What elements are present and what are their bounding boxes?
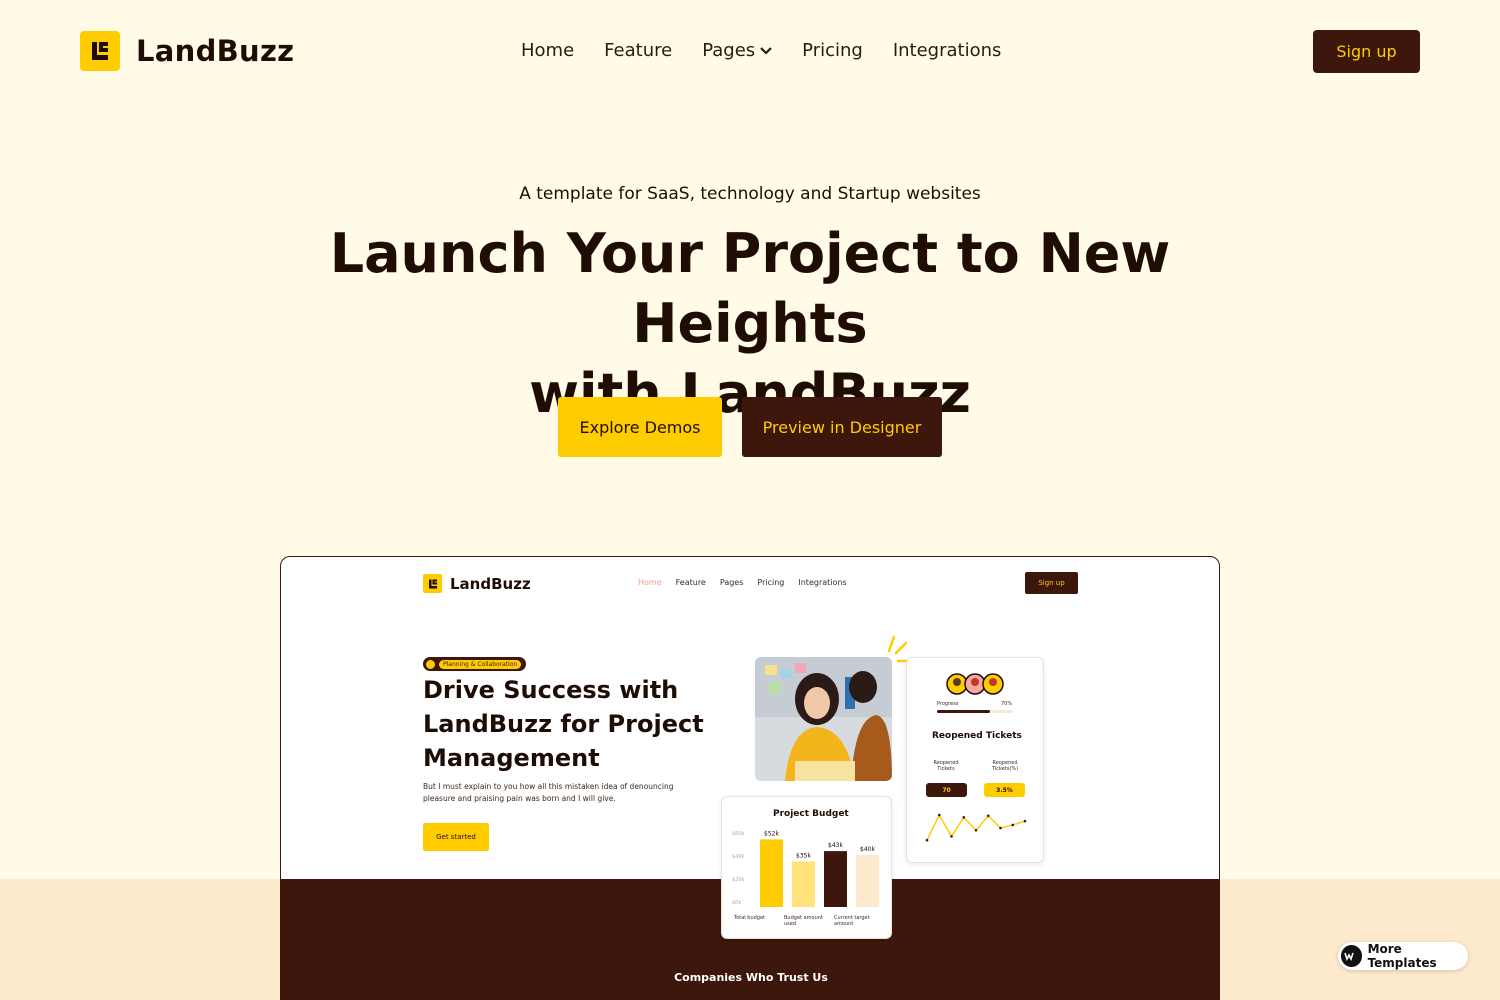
preview-badge: Planning & Collaboration — [423, 657, 527, 671]
tickets-line-point — [937, 813, 941, 817]
team-photo — [755, 657, 892, 781]
preview-nav-pages: Pages — [719, 578, 744, 587]
preview-nav-home: Home — [638, 578, 662, 587]
tickets-col2-label: Reopened Tickets(%) — [991, 760, 1019, 772]
avatar-group — [946, 673, 1004, 695]
tickets-line-point — [950, 835, 953, 838]
preview-get-started-button: Get started — [423, 823, 489, 851]
brand-name: LandBuzz — [136, 34, 295, 68]
more-templates-label: More Templates — [1367, 942, 1437, 970]
tickets-line-point — [999, 826, 1002, 830]
budget-title: Project Budget — [773, 809, 849, 819]
preview-nav: Home Feature Pages Pricing Integrations — [638, 578, 861, 587]
preview-brand-logo: LandBuzz — [423, 574, 531, 593]
tickets-line-point — [986, 814, 990, 818]
signup-button[interactable]: Sign up — [1313, 30, 1420, 73]
preview-signup-button: Sign up — [1025, 572, 1078, 594]
nav-pages[interactable]: Pages — [702, 40, 772, 61]
project-budget-card: Project Budget $60k $40k $20k $0k $52k $3… — [721, 796, 892, 939]
progress-value: 70% — [1001, 701, 1013, 707]
preview-description: But I must explain to you how all this m… — [423, 782, 674, 803]
tickets-line-point — [1011, 823, 1015, 827]
more-templates-button[interactable]: More Templates — [1338, 942, 1468, 970]
budget-bar — [824, 851, 847, 907]
budget-bar — [792, 861, 815, 907]
budget-legend-3: Current target amount — [834, 915, 870, 927]
reopened-tickets-card: Progress 70% Reopened Tickets Reopened T… — [906, 657, 1044, 863]
budget-bar-label: $43k — [828, 842, 843, 849]
budget-ytick-60: $60k — [732, 831, 745, 837]
budget-legend-2: Budget amount used — [784, 915, 823, 927]
tickets-title: Reopened Tickets — [932, 731, 1022, 741]
tickets-col1-value: 70 — [926, 783, 967, 797]
preview-title-line3: Management — [423, 744, 600, 772]
budget-bar-label: $52k — [764, 830, 779, 837]
explore-demos-button[interactable]: Explore Demos — [558, 397, 722, 457]
tickets-line-point — [1023, 819, 1027, 823]
preview-nav-pricing: Pricing — [757, 578, 785, 587]
budget-bar-label: $40k — [860, 846, 875, 853]
budget-legend-1: Total budget — [734, 915, 765, 921]
preview-nav-feature: Feature — [675, 578, 706, 587]
budget-bar-label: $35k — [796, 853, 811, 860]
nav-feature[interactable]: Feature — [604, 40, 672, 61]
template-preview: LandBuzz Home Feature Pages Pricing Inte… — [280, 556, 1220, 1000]
nav-integrations[interactable]: Integrations — [893, 40, 1002, 61]
preview-logo-mark-icon — [423, 574, 442, 593]
preview-designer-button[interactable]: Preview in Designer — [742, 397, 942, 457]
companies-heading: Companies Who Trust Us — [674, 971, 828, 984]
chevron-down-icon — [760, 46, 772, 55]
brand-logo[interactable]: LandBuzz — [80, 31, 294, 71]
tickets-col1-label: Reopened Tickets — [933, 760, 959, 772]
preview-title-line1: Drive Success with — [423, 676, 679, 704]
budget-ytick-20: $20k — [732, 877, 745, 883]
logo-mark-icon — [80, 31, 120, 71]
preview-badge-label: Planning & Collaboration — [439, 659, 522, 669]
webflow-icon — [1341, 945, 1362, 967]
preview-title: Drive Success with LandBuzz for Project … — [423, 673, 713, 775]
tickets-line-point — [962, 816, 966, 819]
budget-ytick-0: $0k — [732, 900, 742, 906]
preview-title-line2: LandBuzz for Project — [423, 710, 704, 738]
tickets-line-chart — [925, 813, 1027, 842]
nav-home[interactable]: Home — [521, 40, 574, 61]
hero-eyebrow: A template for SaaS, technology and Star… — [519, 184, 981, 204]
nav-pages-label: Pages — [702, 40, 756, 61]
budget-ytick-40: $40k — [732, 854, 745, 860]
top-nav: LandBuzz Home Feature Pages Pricing Inte… — [0, 0, 1500, 104]
preview-nav-integrations: Integrations — [798, 578, 847, 587]
budget-bar — [760, 839, 783, 907]
tickets-line-point — [974, 828, 978, 832]
progress-fill — [937, 710, 991, 713]
nav-links: Home Feature Pages Pricing Integrations — [521, 40, 1031, 61]
preview-brand-name: LandBuzz — [450, 574, 531, 593]
heart-icon — [426, 659, 435, 669]
tickets-line-point — [925, 838, 929, 842]
progress-label: Progress — [937, 701, 959, 707]
budget-bar — [856, 855, 879, 907]
progress-track — [937, 710, 1013, 713]
nav-pricing[interactable]: Pricing — [802, 40, 863, 61]
tickets-line — [926, 813, 1026, 841]
hero-title-line1: Launch Your Project to New Heights — [329, 222, 1171, 355]
budget-bar-chart: $52k $35k $43k $40k — [760, 830, 879, 907]
tickets-col2-value: 3.5% — [984, 783, 1025, 797]
